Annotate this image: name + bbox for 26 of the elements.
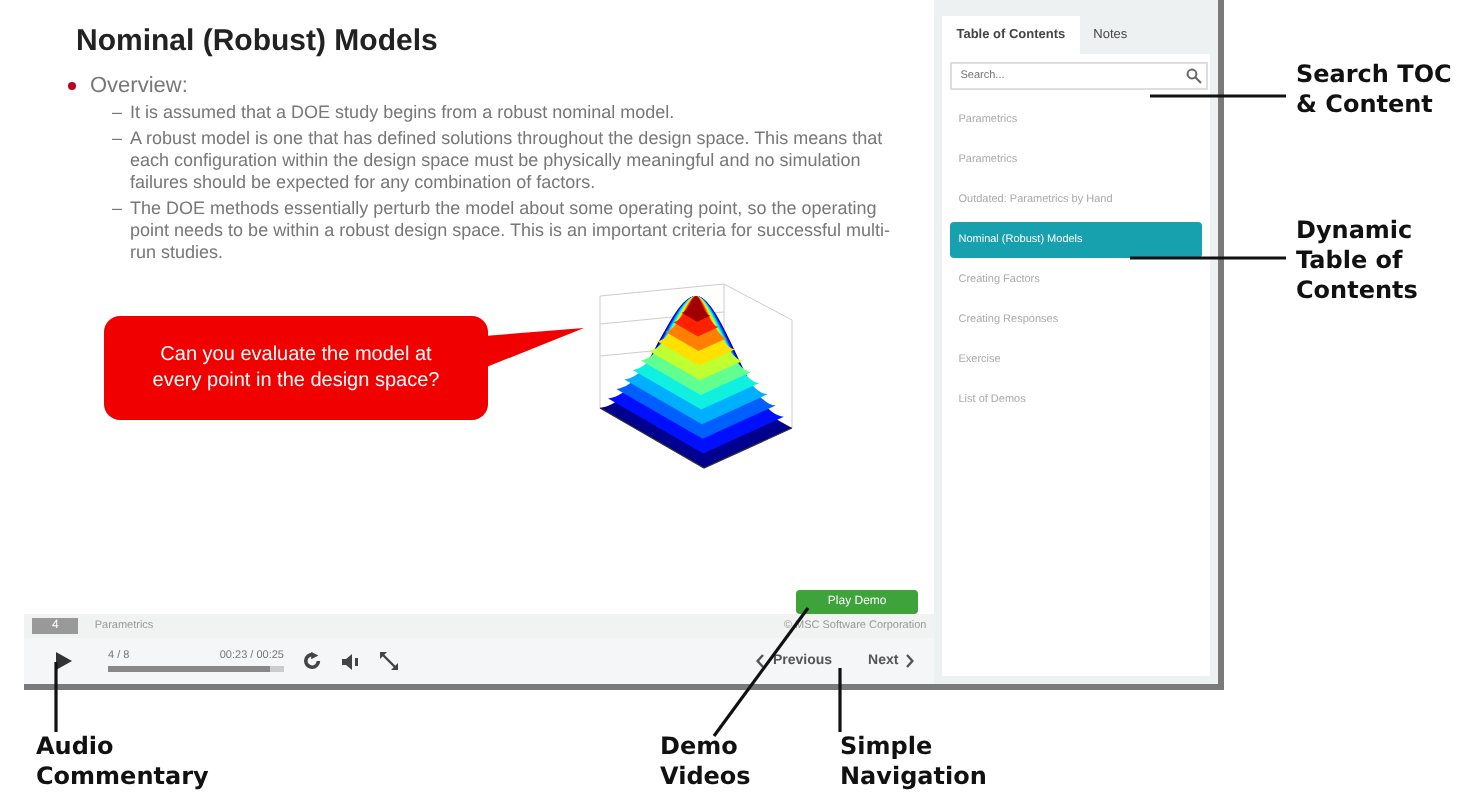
play-icon[interactable] [56,652,72,670]
callout-tail [484,328,584,372]
chevron-left-icon [756,654,765,668]
sub-point: It is assumed that a DOE study begins from a robust nominal model. [130,102,675,124]
dash-marker: – [112,128,123,150]
chevron-right-icon [906,654,915,668]
bullet-icon [68,82,76,90]
volume-icon[interactable] [342,653,360,669]
bullet-text: Overview: [90,74,188,98]
dash-marker: – [112,198,123,220]
leader-line [54,662,58,732]
annotation-label: Search TOC & Content [1296,60,1454,120]
fullscreen-icon[interactable] [380,652,398,670]
dash-marker: – [112,102,123,124]
leader-line [1150,94,1286,98]
search-icon[interactable] [1186,68,1202,84]
replay-icon[interactable] [304,652,322,670]
annotation-label: Simple Navigation [840,732,989,792]
annotation-label: Audio Commentary [36,732,211,792]
callout-bubble: Can you evaluate the model at every point in the design space? [104,316,488,420]
annotation-label: Dynamic Table of Contents [1296,216,1420,306]
annotation-label: Demo Videos [660,732,753,792]
sub-point: A robust model is one that has defined solutions throughout the design space. This means that each configuration within the design space must be physically meaningful and no simulation failures should be expected for any combination of factors. [130,128,885,194]
slide-title: Nominal (Robust) Models [76,24,440,58]
sub-point: The DOE methods essentially perturb the model about some operating point, so the operating point needs to be within a robust design space. This is an important criteria for successful multi-run studies. [130,198,893,264]
leader-line [838,668,842,732]
